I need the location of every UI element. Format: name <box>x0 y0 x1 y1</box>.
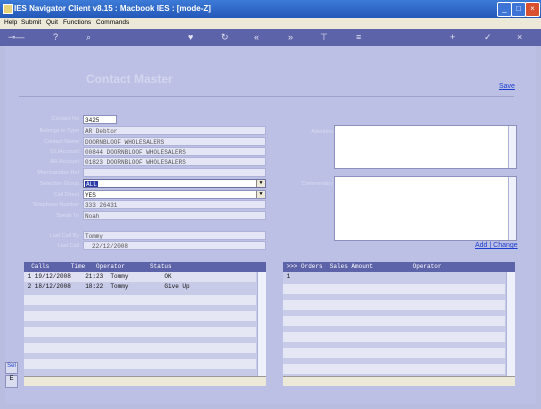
merchandise-ref-label: Merchandise Ref <box>37 170 79 176</box>
maximize-icon[interactable]: □ <box>511 2 526 17</box>
belongs-to-type-label: Belongs to Type <box>39 128 79 134</box>
menu-functions[interactable]: Functions <box>63 19 91 26</box>
menu-submit[interactable]: Submit <box>21 19 41 26</box>
commentary-memo[interactable] <box>334 176 517 241</box>
side-tab-e[interactable]: E <box>5 375 18 388</box>
last-call-field[interactable]: 22/12/2008 <box>83 241 266 250</box>
save-link[interactable]: Save <box>499 83 515 90</box>
table-row[interactable]: 2 18/12/2008 18:22 Tommy Give Up <box>24 282 256 292</box>
call-direct-label: Call Direct <box>53 192 79 198</box>
last-call-by-label: Last Call By <box>49 233 79 239</box>
key-icon[interactable]: ⊸— <box>8 32 25 43</box>
last-call-label: Last Call <box>57 243 79 249</box>
fast-forward-icon[interactable]: » <box>288 32 293 43</box>
search-icon[interactable]: ⌕ <box>86 32 91 43</box>
last-call-by-field[interactable]: Tommy <box>83 231 266 240</box>
add-change-link[interactable]: Add | Change <box>475 242 518 249</box>
table-row[interactable]: 1 19/12/2008 21:23 Tommy OK <box>24 272 256 282</box>
list-icon[interactable]: ≡ <box>356 32 361 43</box>
table-row[interactable] <box>283 348 505 358</box>
table-row[interactable] <box>24 327 256 337</box>
table-row[interactable] <box>24 311 256 321</box>
help-icon[interactable]: ? <box>53 32 58 43</box>
chevron-down-icon[interactable]: ▼ <box>256 180 265 187</box>
tree-icon[interactable]: ⊤ <box>320 32 328 43</box>
merchandise-ref-field[interactable] <box>83 168 266 177</box>
table-row[interactable] <box>24 343 256 353</box>
toolbar: ⊸— ? ⌕ ♥ ↻ « » ⊤ ≡ + ✓ × <box>0 29 541 46</box>
table-row[interactable] <box>24 359 256 369</box>
orders-table-header: >>> Orders Sales Amount Operator <box>283 262 515 272</box>
speak-to-label: Speak To <box>56 213 79 219</box>
selection-group-dropdown[interactable]: ALL ▼ <box>83 179 266 188</box>
close-icon[interactable]: × <box>517 32 522 43</box>
commentary-label: Commentary <box>301 181 333 187</box>
contact-name-field[interactable]: DOORNBLOOF WHOLESALERS <box>83 137 266 146</box>
selection-group-label: Selection Group <box>39 181 79 187</box>
window-title: IES Navigator Client v8.15 : Macbook IES… <box>14 4 211 13</box>
menu-commands[interactable]: Commands <box>96 19 129 26</box>
table-row[interactable] <box>24 295 256 305</box>
refresh-icon[interactable]: ↻ <box>221 32 229 43</box>
menu-help[interactable]: Help <box>4 19 17 26</box>
table-row[interactable]: 1 <box>283 272 505 282</box>
table-row[interactable] <box>283 316 505 326</box>
attention-memo[interactable] <box>334 125 517 169</box>
telephone-number-label: Telephone Number <box>32 202 79 208</box>
minimize-icon[interactable]: _ <box>497 2 512 17</box>
table-row[interactable] <box>283 364 505 374</box>
heart-icon[interactable]: ♥ <box>188 32 193 43</box>
rewind-icon[interactable]: « <box>254 32 259 43</box>
calls-table-header: Calls Time Operator Status <box>24 262 266 272</box>
calls-table: Calls Time Operator Status 1 19/12/2008 … <box>24 262 266 386</box>
close-window-icon[interactable]: × <box>525 2 540 17</box>
table-row[interactable] <box>283 332 505 342</box>
check-icon[interactable]: ✓ <box>484 32 492 43</box>
ar-account-label: AR Account <box>50 159 79 165</box>
table-row[interactable] <box>283 300 505 310</box>
call-direct-dropdown[interactable]: YES ▼ <box>83 190 266 199</box>
title-divider <box>19 96 514 97</box>
attention-label: Attention <box>311 129 333 135</box>
belongs-to-type-field[interactable]: AR Debtor <box>83 126 266 135</box>
page-title: Contact Master <box>86 72 173 86</box>
contact-no-field[interactable]: 3425 <box>83 115 117 124</box>
contact-no-label: Contact No <box>51 116 79 122</box>
menu-quit[interactable]: Quit <box>46 19 58 26</box>
gl-account-field[interactable]: 00844 DOORNBLOOF WHOLESALERS <box>83 147 266 156</box>
call-direct-value: YES <box>85 192 96 199</box>
ar-account-field[interactable]: 01823 DOORNBLOOF WHOLESALERS <box>83 157 266 166</box>
orders-table: >>> Orders Sales Amount Operator 1 <box>283 262 515 386</box>
calls-table-scrollbar[interactable] <box>257 272 266 377</box>
orders-table-hscrollbar[interactable] <box>283 376 515 386</box>
calls-table-hscrollbar[interactable] <box>24 376 266 386</box>
speak-to-field[interactable]: Noah <box>83 211 266 220</box>
commentary-scrollbar[interactable] <box>508 177 516 240</box>
chevron-down-icon[interactable]: ▼ <box>256 191 265 198</box>
contact-name-label: Contact Name <box>43 139 79 145</box>
attention-scrollbar[interactable] <box>508 126 516 168</box>
menu-bar: Help Submit Quit Functions Commands <box>0 18 541 29</box>
side-tab-sel[interactable]: Sel <box>5 362 18 374</box>
add-icon[interactable]: + <box>450 32 455 43</box>
selection-group-value: ALL <box>85 181 98 188</box>
app-icon <box>3 4 13 14</box>
orders-table-scrollbar[interactable] <box>506 272 515 377</box>
table-row[interactable] <box>283 284 505 294</box>
telephone-number-field[interactable]: 333 26431 <box>83 200 266 209</box>
gl-account-label: GL/Account <box>50 149 79 155</box>
title-bar: IES Navigator Client v8.15 : Macbook IES… <box>0 0 541 18</box>
